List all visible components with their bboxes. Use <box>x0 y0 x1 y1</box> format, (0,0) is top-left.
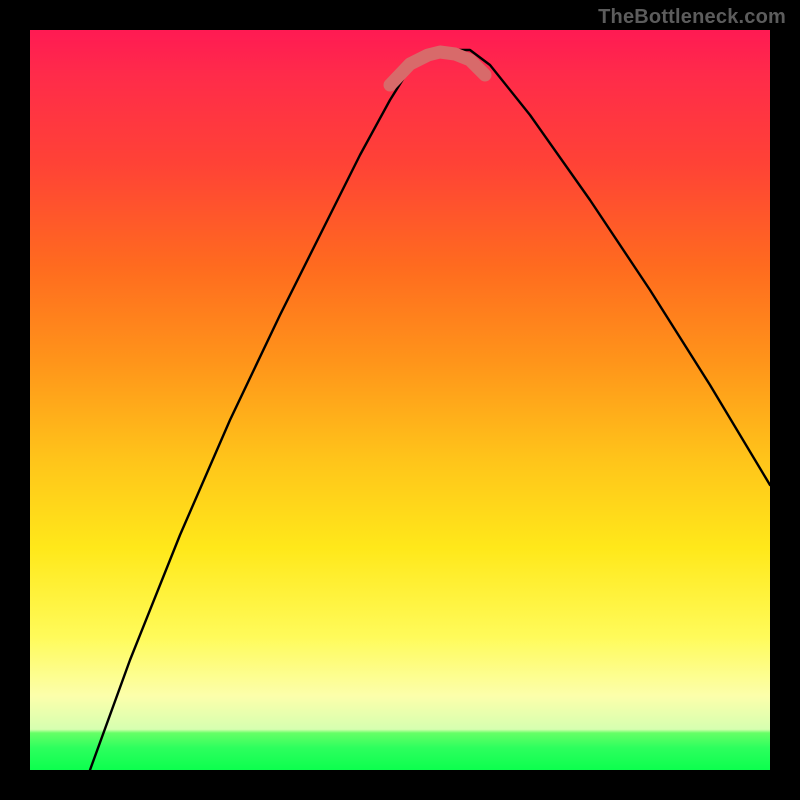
bottleneck-curve <box>90 50 770 770</box>
valley-band <box>390 52 485 85</box>
plot-svg <box>30 30 770 770</box>
plot-area <box>30 30 770 770</box>
chart-frame: TheBottleneck.com <box>0 0 800 800</box>
watermark-text: TheBottleneck.com <box>598 6 786 29</box>
